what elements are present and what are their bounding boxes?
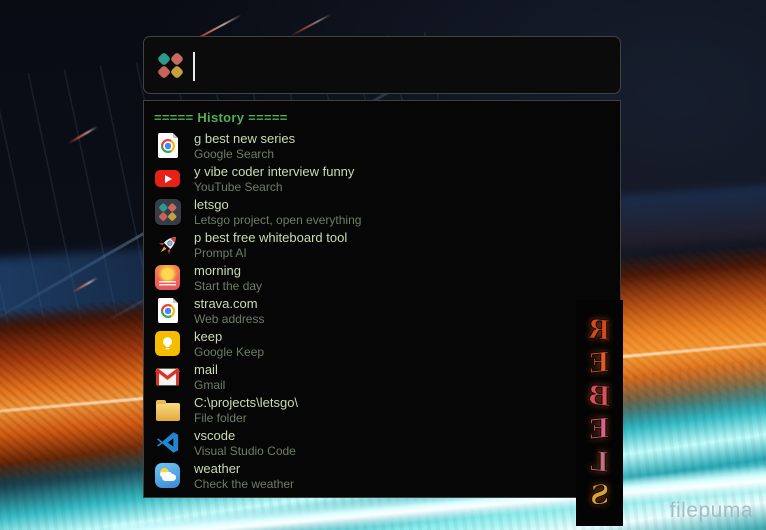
history-item-title: keep bbox=[194, 329, 264, 345]
desktop: REBELS filepuma ===== History ===== g be… bbox=[0, 0, 766, 530]
history-item-title: vscode bbox=[194, 428, 296, 444]
history-item[interactable]: y vibe coder interview funny YouTube Sea… bbox=[144, 162, 620, 195]
watermark-filepuma: filepuma bbox=[670, 499, 753, 523]
history-item[interactable]: morning Start the day bbox=[144, 261, 620, 294]
logo-diamond-red bbox=[157, 65, 171, 79]
history-item-title: y vibe coder interview funny bbox=[194, 164, 354, 180]
history-item-subtitle: Letsgo project, open everything bbox=[194, 213, 361, 227]
history-item-title: weather bbox=[194, 461, 294, 477]
letsgo-logo-icon bbox=[160, 204, 176, 220]
history-item-title: mail bbox=[194, 362, 225, 378]
graffiti-letter: S bbox=[590, 478, 610, 513]
history-item-subtitle: Google Keep bbox=[194, 345, 264, 359]
vscode-icon bbox=[155, 430, 180, 455]
graffiti-letter: R bbox=[588, 313, 610, 348]
graffiti-rebels: REBELS bbox=[576, 300, 623, 526]
history-item-title: p best free whiteboard tool bbox=[194, 230, 347, 246]
history-item-subtitle: Google Search bbox=[194, 147, 295, 161]
history-item[interactable]: vscode Visual Studio Code bbox=[144, 426, 620, 459]
history-item[interactable]: strava.com Web address bbox=[144, 294, 620, 327]
letsgo-icon bbox=[155, 199, 181, 225]
history-item-subtitle: Check the weather bbox=[194, 477, 294, 491]
history-item[interactable]: g best new series Google Search bbox=[144, 129, 620, 162]
launcher-search-window bbox=[143, 36, 621, 94]
search-input[interactable] bbox=[200, 49, 605, 83]
launcher-results-panel: ===== History ===== g best new series Go… bbox=[143, 100, 621, 498]
chrome-page-icon bbox=[158, 298, 178, 323]
folder-icon bbox=[156, 403, 180, 421]
chrome-page-icon bbox=[158, 133, 178, 158]
graffiti-letter: L bbox=[590, 445, 609, 480]
history-item-subtitle: Start the day bbox=[194, 279, 262, 293]
history-item-subtitle: File folder bbox=[194, 411, 298, 425]
history-item[interactable]: keep Google Keep bbox=[144, 327, 620, 360]
letsgo-logo-icon bbox=[159, 54, 183, 78]
gmail-icon bbox=[155, 367, 180, 387]
text-caret bbox=[193, 52, 195, 81]
vscode-icon bbox=[155, 430, 180, 455]
history-header: ===== History ===== bbox=[144, 101, 620, 129]
history-item[interactable]: weather Check the weather bbox=[144, 459, 620, 492]
google-keep-icon bbox=[155, 331, 180, 356]
red-light-streak bbox=[68, 126, 98, 145]
keep-icon bbox=[155, 331, 180, 356]
history-list: g best new series Google Search y vibe c… bbox=[144, 129, 620, 492]
logo-diamond-red bbox=[170, 52, 184, 66]
history-item-subtitle: Visual Studio Code bbox=[194, 444, 296, 458]
red-light-streak bbox=[290, 13, 332, 36]
rocket-icon bbox=[155, 232, 181, 258]
graffiti-letter: B bbox=[588, 379, 611, 414]
history-item-title: strava.com bbox=[194, 296, 264, 312]
gmail-icon bbox=[155, 367, 180, 387]
history-item[interactable]: C:\projects\letsgo\ File folder bbox=[144, 393, 620, 426]
rocket-icon bbox=[155, 232, 181, 258]
history-item-subtitle: YouTube Search bbox=[194, 180, 354, 194]
red-light-streak bbox=[72, 277, 99, 294]
history-item[interactable]: mail Gmail bbox=[144, 360, 620, 393]
graffiti-letter: E bbox=[589, 412, 610, 447]
sunrise-icon bbox=[155, 265, 180, 290]
logo-diamond-yellow bbox=[170, 65, 184, 79]
history-item-title: C:\projects\letsgo\ bbox=[194, 395, 298, 411]
logo-diamond-teal bbox=[157, 52, 171, 66]
history-item-title: morning bbox=[194, 263, 262, 279]
history-item-subtitle: Gmail bbox=[194, 378, 225, 392]
history-item-title: g best new series bbox=[194, 131, 295, 147]
graffiti-letter: E bbox=[589, 346, 610, 381]
weather-icon bbox=[155, 463, 180, 488]
history-item[interactable]: letsgo Letsgo project, open everything bbox=[144, 195, 620, 228]
history-item[interactable]: p best free whiteboard tool Prompt AI bbox=[144, 228, 620, 261]
history-item-title: letsgo bbox=[194, 197, 361, 213]
history-item-subtitle: Prompt AI bbox=[194, 246, 347, 260]
history-item-subtitle: Web address bbox=[194, 312, 264, 326]
youtube-icon bbox=[155, 170, 180, 187]
